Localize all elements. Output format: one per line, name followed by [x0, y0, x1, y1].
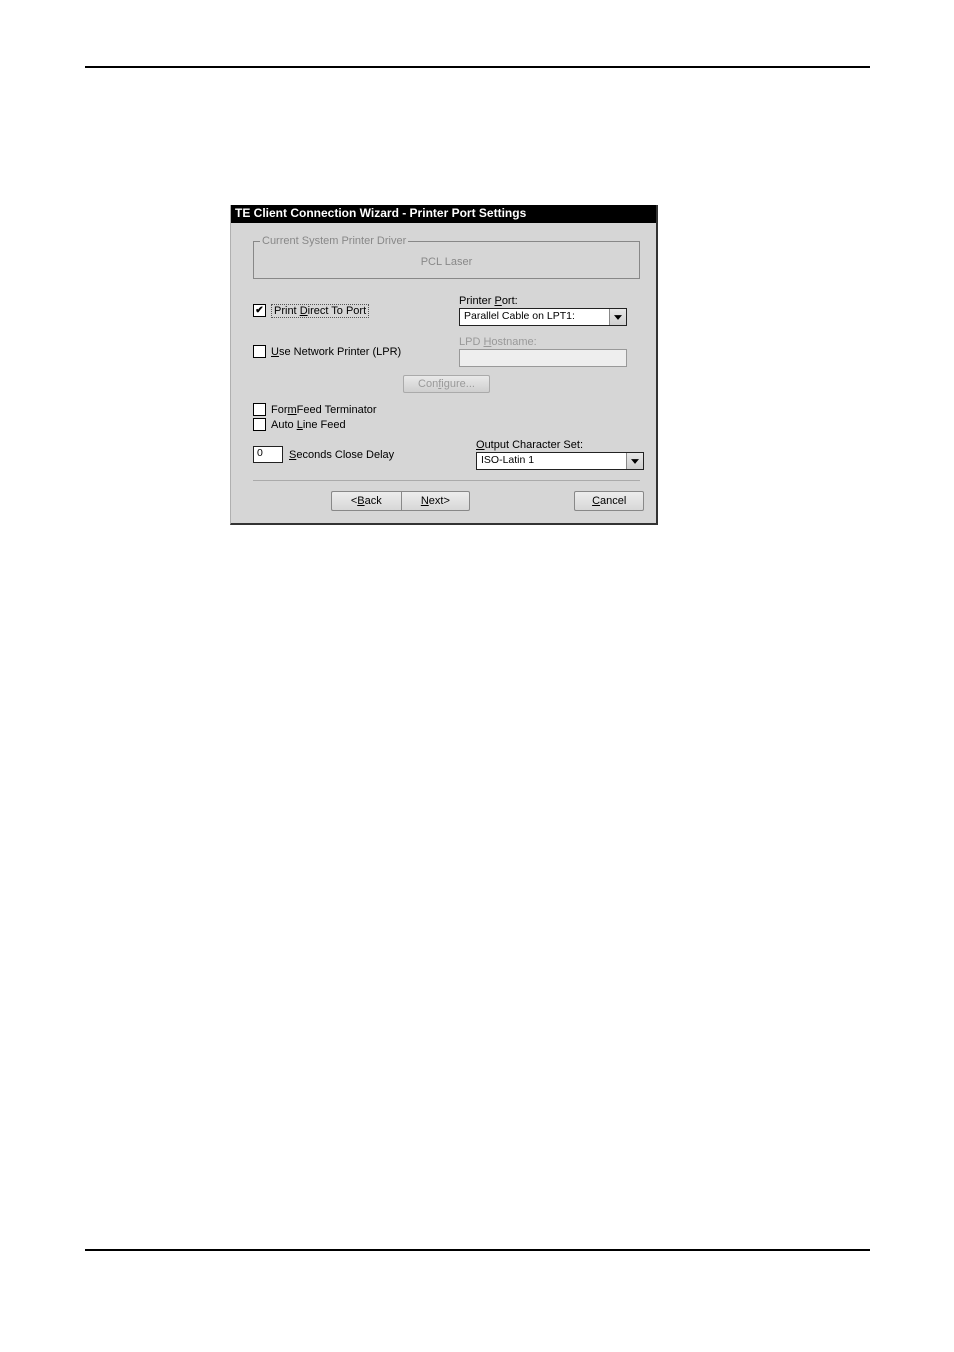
output-charset-label: Output Character Set: — [476, 439, 644, 451]
seconds-close-delay-label: Seconds Close Delay — [289, 449, 394, 461]
configure-button: Configure... — [403, 375, 490, 393]
wizard-dialog: TE Client Connection Wizard - Printer Po… — [230, 205, 658, 525]
printer-port-label: Printer Port: — [459, 295, 644, 307]
next-button[interactable]: Next> — [401, 491, 471, 511]
checkbox-mark-icon: ✔ — [253, 304, 266, 317]
current-driver-value: PCL Laser — [260, 256, 633, 268]
auto-line-feed-label: Auto Line Feed — [271, 419, 346, 431]
checkbox-empty-icon — [253, 403, 266, 416]
checkbox-empty-icon — [253, 418, 266, 431]
back-button[interactable]: <Back — [331, 491, 401, 511]
page-rule-bottom — [85, 1249, 870, 1251]
formfeed-terminator-label: FormFeed Terminator — [271, 404, 377, 416]
chevron-down-icon — [626, 453, 643, 469]
output-charset-select[interactable]: ISO-Latin 1 — [476, 452, 644, 470]
cancel-button[interactable]: Cancel — [574, 491, 644, 511]
output-charset-value: ISO-Latin 1 — [477, 453, 626, 469]
auto-line-feed-checkbox[interactable]: Auto Line Feed — [249, 418, 644, 431]
seconds-close-delay-input[interactable]: 0 — [253, 446, 283, 463]
lpd-hostname-label: LPD Hostname: — [459, 336, 644, 348]
chevron-down-icon — [609, 309, 626, 325]
printer-port-value: Parallel Cable on LPT1: — [460, 309, 609, 325]
lpd-hostname-input — [459, 349, 627, 367]
checkbox-empty-icon — [253, 345, 266, 358]
page-rule-top — [85, 66, 870, 68]
print-direct-checkbox[interactable]: ✔ Print Direct To Port — [253, 304, 459, 318]
use-network-printer-label: Use Network Printer (LPR) — [271, 346, 401, 358]
current-driver-group: Current System Printer Driver PCL Laser — [253, 241, 640, 279]
dialog-title: TE Client Connection Wizard - Printer Po… — [231, 205, 656, 223]
formfeed-terminator-checkbox[interactable]: FormFeed Terminator — [249, 403, 644, 416]
separator — [253, 480, 640, 481]
printer-port-select[interactable]: Parallel Cable on LPT1: — [459, 308, 627, 326]
print-direct-label: Print Direct To Port — [271, 304, 369, 318]
current-driver-label: Current System Printer Driver — [260, 235, 408, 247]
use-network-printer-checkbox[interactable]: Use Network Printer (LPR) — [253, 345, 459, 358]
